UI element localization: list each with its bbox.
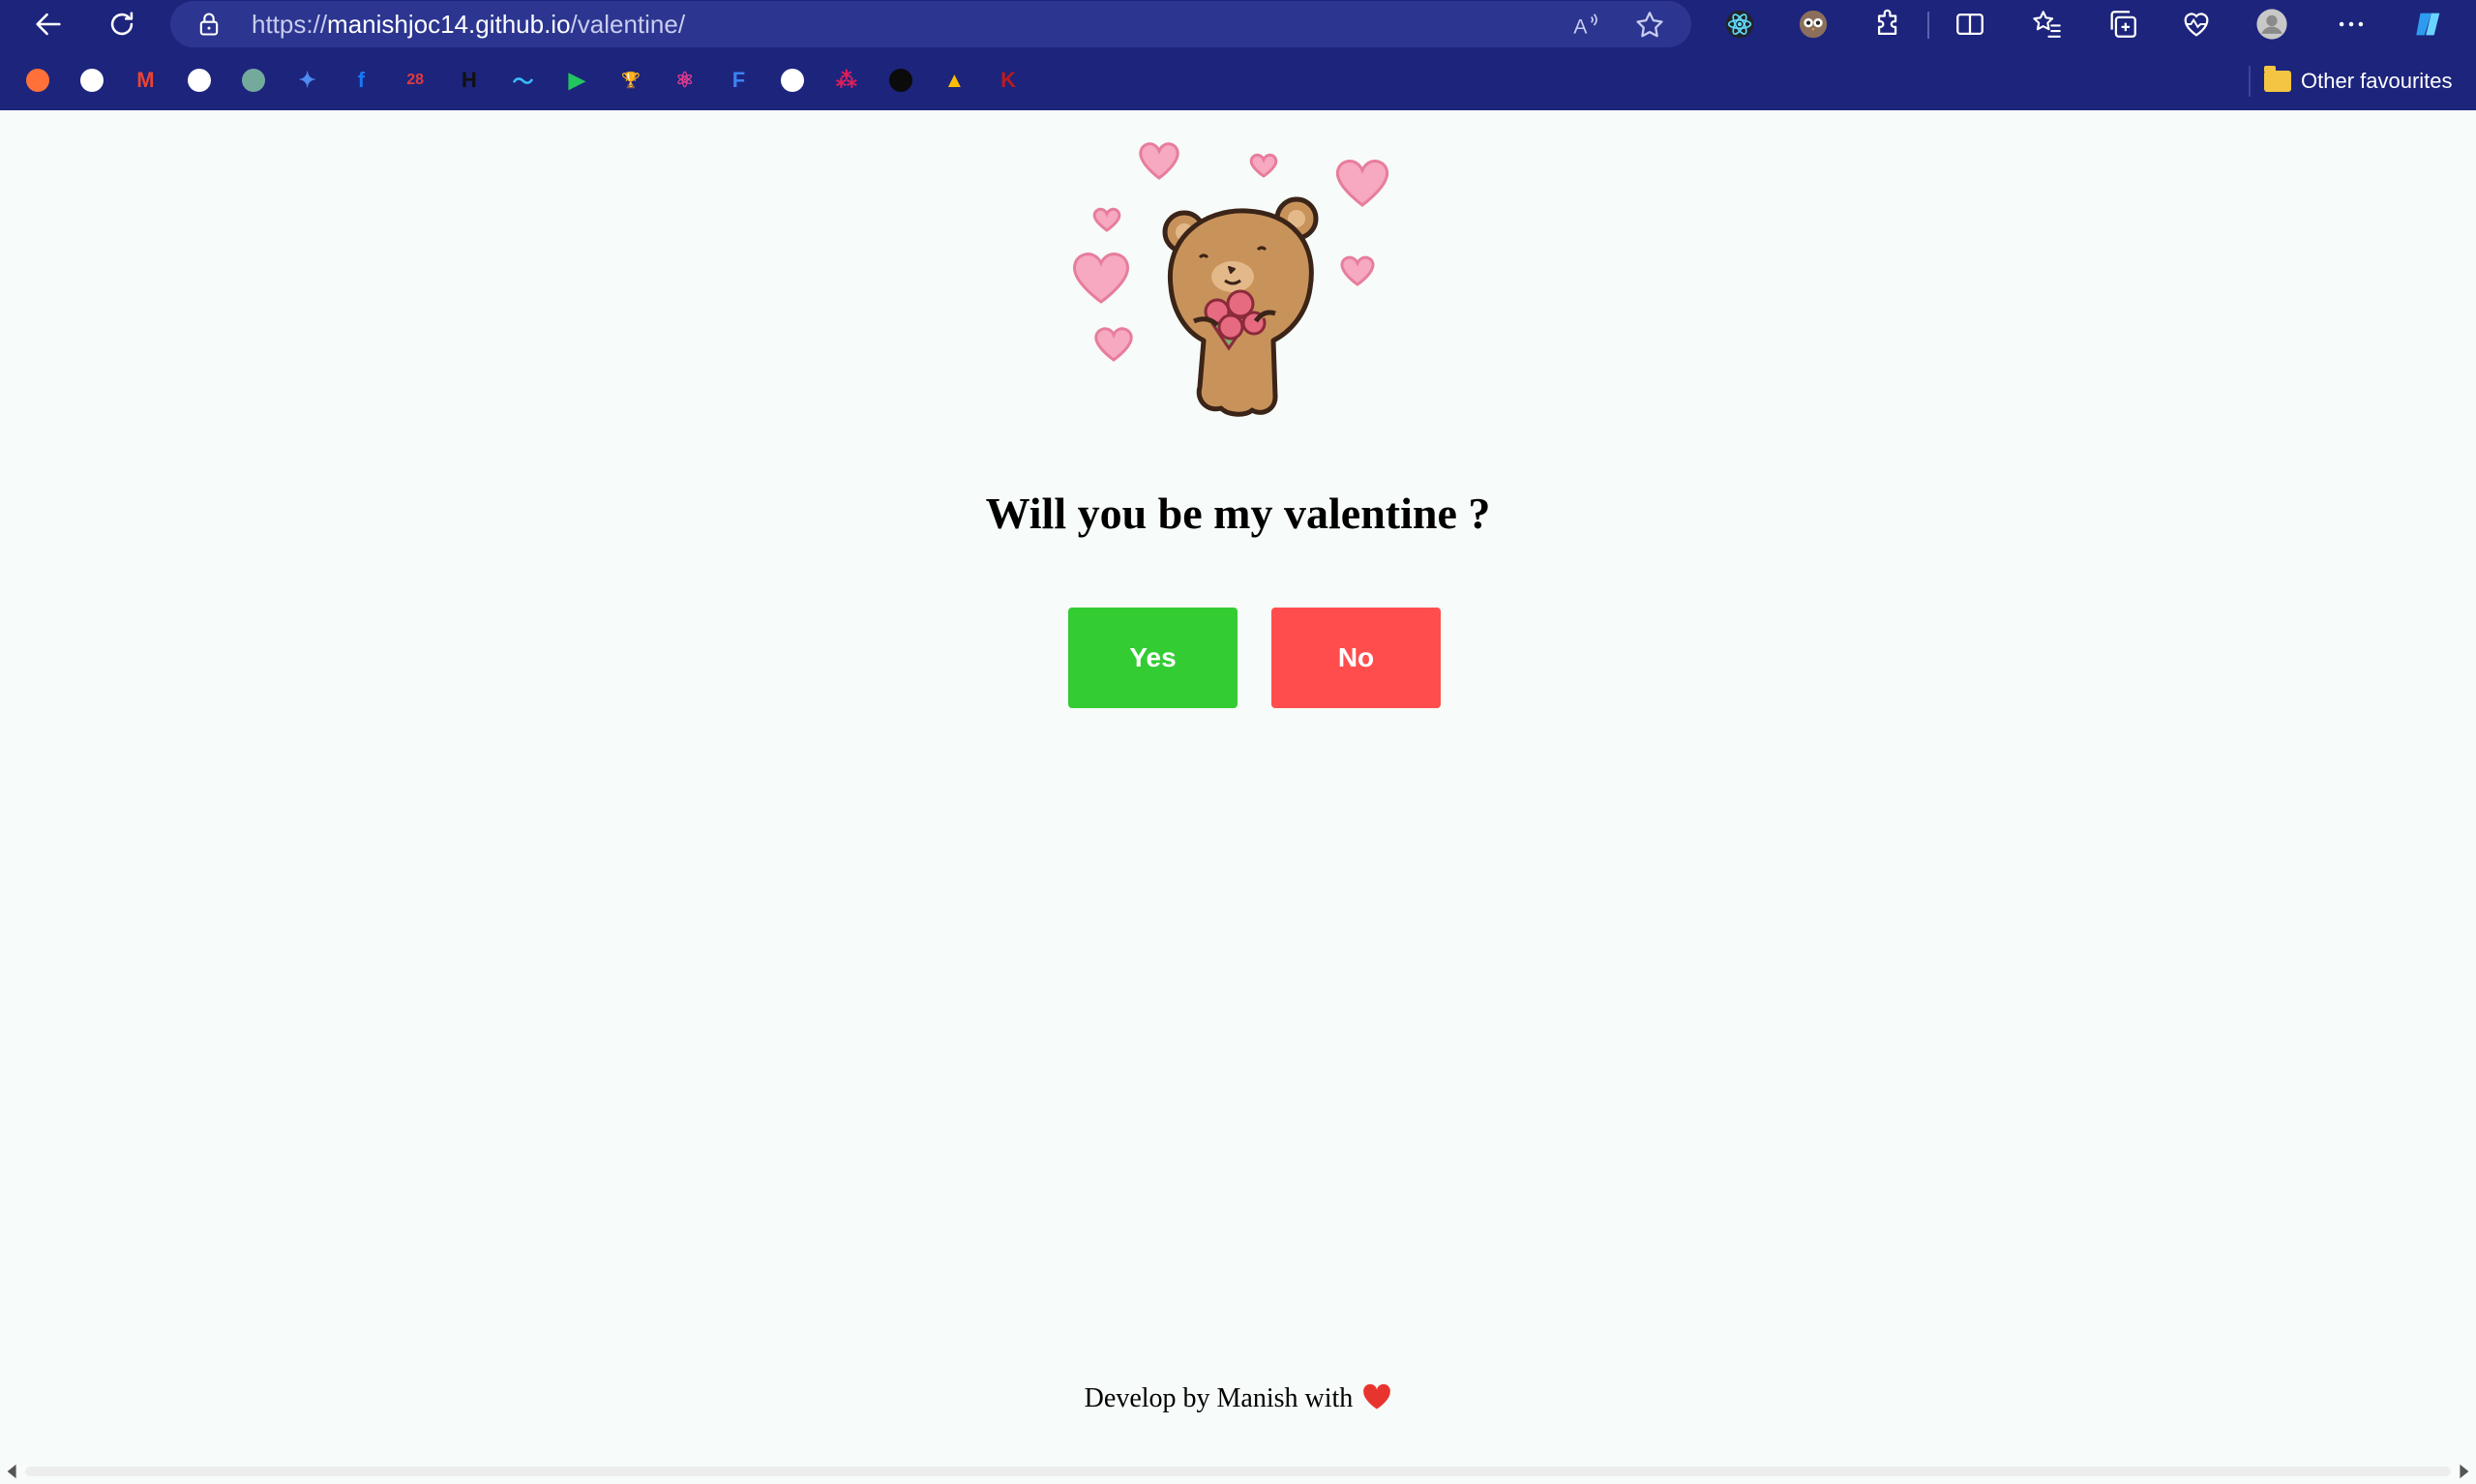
facebook-icon[interactable]: f — [344, 64, 377, 97]
terminal-icon-glyph — [888, 69, 912, 92]
horizontal-scrollbar[interactable] — [0, 1459, 2476, 1484]
copilot-icon — [2416, 13, 2440, 36]
favorites-button[interactable] — [2026, 4, 2069, 45]
browser-toolbar: https://manishjoc14.github.io/valentine/… — [0, 0, 2476, 48]
forms-icon-glyph: F — [731, 68, 746, 92]
terminal-icon[interactable] — [884, 64, 917, 97]
valentine-question: Will you be my valentine ? — [985, 489, 1491, 538]
hashnode-icon[interactable]: H — [453, 64, 486, 97]
slack-icon-glyph: ⁂ — [835, 68, 857, 92]
facebook-icon-glyph: f — [357, 68, 366, 92]
folder-icon — [2264, 66, 2291, 92]
firefox-icon-glyph — [26, 69, 49, 92]
heart-icon — [1363, 1383, 1391, 1410]
document-icon[interactable] — [183, 64, 216, 97]
github-icon-glyph — [781, 69, 805, 92]
url-text[interactable]: https://manishjoc14.github.io/valentine/ — [252, 1, 685, 47]
react-devtools-extension[interactable] — [1718, 4, 1761, 45]
browser-chrome: https://manishjoc14.github.io/valentine/… — [0, 0, 2476, 110]
gemini-icon[interactable]: ✦ — [291, 64, 324, 97]
other-favourites-label: Other favourites — [2301, 69, 2453, 93]
hashnode-icon-glyph: H — [461, 68, 477, 92]
bookmarks-bar: Other favourites M ✦ f 28 H 〜 ▶ 🏆 ⚛ F ⁂ ▲ K — [0, 60, 2476, 103]
url-host: manishjoc14.github.io — [327, 10, 571, 39]
valentine-page: Will you be my valentine ? Yes No Develo… — [0, 110, 2476, 1459]
refresh-icon — [110, 12, 134, 36]
toolbar-divider — [1927, 12, 1929, 39]
favorite-star-icon[interactable] — [1633, 9, 1666, 42]
collections-icon — [2110, 11, 2136, 38]
more-menu-button[interactable] — [2330, 4, 2372, 45]
forms-icon[interactable]: F — [722, 64, 755, 97]
react-icon-glyph: ⚛ — [674, 68, 695, 92]
scrollbar-thumb[interactable] — [25, 1467, 2451, 1476]
footer-text: Develop by Manish with — [1084, 1383, 1354, 1413]
copilot-button[interactable] — [2407, 4, 2450, 45]
tailwind-icon[interactable]: 〜 — [507, 64, 540, 97]
slack-icon[interactable]: ⁂ — [830, 64, 863, 97]
back-button[interactable] — [27, 4, 70, 45]
chatgpt-icon-glyph — [241, 69, 265, 92]
footer: Develop by Manish with — [0, 1383, 2476, 1414]
calendar-badge-icon-glyph: 28 — [406, 72, 424, 88]
play-circle-icon[interactable]: ▶ — [560, 64, 593, 97]
firefox-icon[interactable] — [21, 64, 54, 97]
document-icon-glyph — [188, 69, 212, 92]
url-prefix: https:// — [252, 10, 328, 39]
react-icon[interactable]: ⚛ — [669, 64, 701, 97]
github-icon-glyph — [79, 69, 104, 92]
gemini-icon-glyph: ✦ — [298, 68, 316, 92]
owl-extension[interactable] — [1792, 4, 1835, 45]
read-aloud-icon[interactable]: A — [1569, 9, 1602, 42]
avatar-icon — [2256, 9, 2287, 40]
svg-text:A: A — [1573, 15, 1588, 39]
play-circle-icon-glyph: ▶ — [568, 68, 585, 92]
teddy-bear-hearts-image — [1073, 142, 1389, 417]
bookmarks-divider — [2249, 66, 2251, 97]
split-screen-icon — [1956, 13, 1984, 36]
gmail-icon-glyph: M — [136, 68, 155, 92]
browser-essentials-button[interactable] — [2175, 4, 2218, 45]
favorites-star-list-icon — [2033, 11, 2061, 38]
no-button[interactable]: No — [1271, 608, 1441, 708]
github-icon[interactable] — [776, 64, 809, 97]
chatgpt-icon[interactable] — [237, 64, 270, 97]
back-arrow-icon — [36, 13, 61, 36]
refresh-button[interactable] — [101, 4, 143, 45]
lock-icon[interactable] — [195, 11, 223, 38]
owl-icon — [1799, 10, 1828, 39]
extensions-button[interactable] — [1867, 4, 1910, 45]
react-icon — [1725, 10, 1754, 39]
profile-button[interactable] — [2251, 4, 2293, 45]
codechef-icon-glyph: K — [1000, 68, 1017, 92]
gmail-icon[interactable]: M — [129, 64, 162, 97]
codechef-icon[interactable]: K — [992, 64, 1025, 97]
calendar-badge-icon[interactable]: 28 — [399, 64, 432, 97]
tailwind-icon-glyph: 〜 — [512, 70, 534, 94]
other-favourites-folder[interactable]: Other favourites — [2264, 60, 2453, 103]
ellipsis-icon — [2339, 21, 2364, 27]
collections-button[interactable] — [2102, 4, 2144, 45]
url-path: /valentine/ — [570, 10, 686, 39]
google-drive-icon-glyph: ▲ — [943, 68, 966, 92]
split-screen-button[interactable] — [1949, 4, 1991, 45]
scroll-right-arrow-icon[interactable] — [2455, 1463, 2472, 1480]
heart-pulse-icon — [2184, 13, 2209, 37]
trophy-icon[interactable]: 🏆 — [614, 64, 647, 97]
puzzle-icon — [1877, 9, 1897, 36]
scroll-left-arrow-icon[interactable] — [4, 1463, 21, 1480]
address-bar[interactable]: https://manishjoc14.github.io/valentine/… — [170, 1, 1691, 47]
trophy-icon-glyph: 🏆 — [621, 73, 641, 89]
github-icon[interactable] — [75, 64, 108, 97]
google-drive-icon[interactable]: ▲ — [938, 64, 970, 97]
yes-button[interactable]: Yes — [1068, 608, 1238, 708]
